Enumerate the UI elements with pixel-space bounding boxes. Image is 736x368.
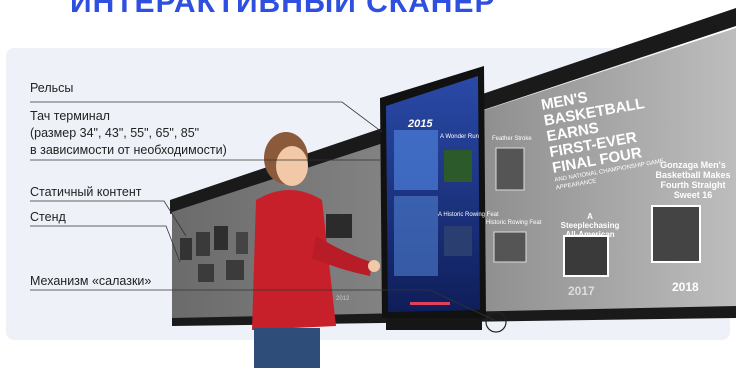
gonzaga-photo (651, 205, 701, 263)
callout-terminal-line1: Тач терминал (30, 109, 110, 123)
callout-stand: Стенд (30, 210, 66, 224)
rowing-photo (493, 231, 527, 263)
scanner-illustration: ИНТЕРАКТИВНЫЙ СКАНЕР Рельсы Тач терминал… (0, 0, 736, 368)
gonzaga-caption: Gonzaga Men's Basketball Makes Fourth St… (655, 160, 731, 200)
steeplechase-photo (563, 235, 609, 277)
screen-year: 2015 (408, 118, 433, 130)
screen-card-title-1: A Wonder Run (440, 134, 479, 140)
year-2012: 2012 (336, 296, 350, 302)
feather-photo (495, 147, 525, 191)
callout-terminal-line3: в зависимости от необходимости) (30, 143, 227, 157)
screen-photo-2 (394, 196, 438, 276)
screen-progress (410, 302, 450, 305)
year-2018: 2018 (672, 280, 699, 294)
callout-slider: Механизм «салазки» (30, 274, 152, 288)
year-2017: 2017 (568, 284, 595, 298)
screen-card-title-2: A Historic Rowing Feat (438, 212, 499, 218)
screen-card-image-2 (444, 226, 472, 256)
steeplechase-caption: A Steeplechasing All-American (560, 212, 620, 239)
callout-static-content: Статичный контент (30, 185, 142, 199)
rowing-caption: Historic Rowing Feat (486, 220, 542, 226)
callout-terminal-line2: (размер 34", 43", 55", 65", 85" (30, 126, 200, 140)
screen-photo-1 (394, 130, 438, 190)
screen-card-image-1 (444, 150, 472, 182)
terminal-screen (386, 76, 480, 312)
callout-rails: Рельсы (30, 81, 74, 95)
feather-caption: Feather Stroke (492, 136, 532, 142)
